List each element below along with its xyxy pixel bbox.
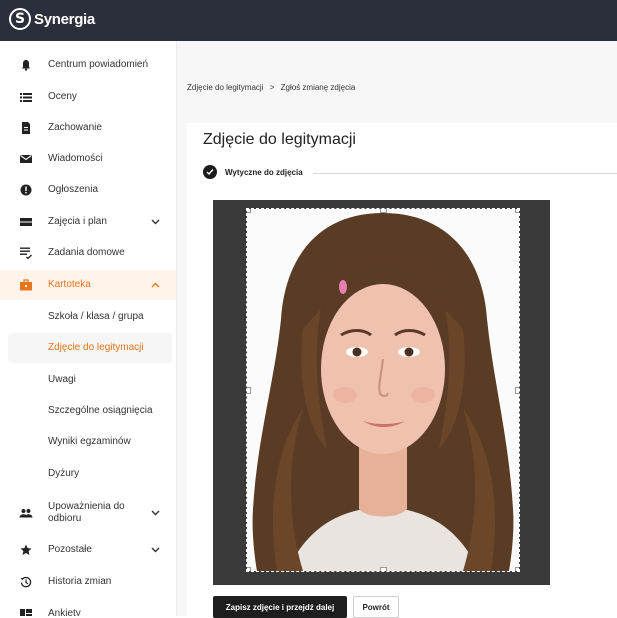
sidebar-item-label: Dyżury (48, 468, 80, 479)
sidebar-item-behavior[interactable]: Zachowanie (0, 113, 176, 143)
crop-area[interactable] (246, 208, 520, 572)
photo-cropper[interactable] (213, 200, 550, 585)
check-icon (203, 165, 217, 179)
breadcrumb-current: Zgłoś zmianę zdjęcia (280, 83, 356, 92)
sidebar-item-label: Szczególne osiągnięcia (48, 405, 153, 416)
people-icon (19, 506, 33, 520)
sidebar-item-homework[interactable]: Zadania domowe (0, 238, 176, 268)
sidebar-item-label: Szkoła / klasa / grupa (48, 311, 144, 322)
star-icon (19, 543, 33, 557)
sidebar-item-label: Kartoteka (48, 279, 91, 290)
sidebar-subitem-exam-results[interactable]: Wyniki egzaminów (0, 427, 176, 457)
page-title: Zdjęcie do legitymacji (203, 131, 356, 148)
sidebar-item-label: Zadania domowe (48, 247, 125, 258)
sidebar-item-surveys[interactable]: Ankiety (0, 599, 176, 616)
portrait-photo (247, 209, 519, 571)
top-bar: S Synergia (0, 0, 617, 41)
calendar-icon (19, 215, 33, 229)
sidebar-item-label: Zajęcia i plan (48, 216, 107, 227)
logo-text: Synergia (34, 10, 95, 28)
crop-handle-bottom-left[interactable] (247, 567, 251, 571)
envelope-icon (19, 152, 33, 166)
sidebar-subitem-id-photo[interactable]: Zdjęcie do legitymacji (8, 333, 172, 363)
step-label: Wytyczne do zdjęcia (225, 168, 303, 177)
logo-mark-icon: S (9, 8, 31, 30)
chevron-down-icon[interactable] (150, 217, 160, 227)
chevron-up-icon[interactable] (150, 280, 160, 290)
sidebar-item-label: Pozostałe (48, 544, 92, 555)
sidebar-item-label: Ankiety (48, 608, 81, 616)
crop-handle-top-right[interactable] (515, 209, 519, 213)
crop-handle-bottom-right[interactable] (515, 567, 519, 571)
sidebar-item-label: Zachowanie (48, 122, 102, 133)
synergia-logo[interactable]: S Synergia (9, 8, 95, 30)
sidebar-item-label: Wyniki egzaminów (48, 436, 131, 447)
megaphone-icon (19, 183, 33, 197)
crop-handle-right[interactable] (515, 387, 519, 394)
document-icon (19, 121, 33, 135)
breadcrumb-parent-link[interactable]: Zdjęcie do legitymacji (187, 83, 263, 92)
stepper: Wytyczne do zdjęcia (203, 165, 617, 181)
crop-handle-bottom[interactable] (380, 567, 387, 571)
sidebar-item-label: Oceny (48, 91, 77, 102)
sidebar-item-messages[interactable]: Wiadomości (0, 144, 176, 174)
back-button[interactable]: Powrót (353, 596, 399, 618)
sidebar-item-label: Upoważnienia do odbioru (48, 501, 125, 524)
sidebar-item-label: Zdjęcie do legitymacji (48, 342, 144, 353)
list-icon (19, 90, 33, 104)
bell-icon (19, 58, 33, 72)
crop-handle-left[interactable] (247, 387, 251, 394)
history-icon (19, 575, 33, 589)
sidebar: Centrum powiadomień Oceny Zachowanie Wia… (0, 41, 177, 616)
sidebar-subitem-achievements[interactable]: Szczególne osiągnięcia (0, 396, 176, 426)
sidebar-item-label: Ogłoszenia (48, 184, 99, 195)
sidebar-item-records[interactable]: Kartoteka (0, 270, 176, 300)
crop-handle-top-left[interactable] (247, 209, 251, 213)
homework-icon (19, 246, 33, 260)
sidebar-item-label: Historia zmian (48, 576, 112, 587)
photo-card: Zdjęcie do legitymacji Wytyczne do zdjęc… (187, 123, 617, 618)
sidebar-item-pickup-authorizations[interactable]: Upoważnienia do odbioru (0, 495, 176, 531)
breadcrumb: Zdjęcie do legitymacji > Zgłoś zmianę zd… (187, 83, 355, 92)
breadcrumb-separator: > (269, 83, 275, 92)
sidebar-subitem-notes[interactable]: Uwagi (0, 365, 176, 395)
chevron-down-icon[interactable] (150, 545, 160, 555)
sidebar-item-history[interactable]: Historia zmian (0, 567, 176, 597)
sidebar-item-label: Wiadomości (48, 153, 103, 164)
sidebar-item-schedule[interactable]: Zajęcia i plan (0, 207, 176, 237)
step-divider (313, 173, 617, 174)
sidebar-item-label: Centrum powiadomień (48, 59, 149, 70)
sidebar-item-grades[interactable]: Oceny (0, 82, 176, 112)
briefcase-icon (19, 278, 33, 292)
poll-icon (19, 607, 33, 616)
crop-handle-top[interactable] (380, 209, 387, 213)
sidebar-item-notifications[interactable]: Centrum powiadomień (0, 50, 176, 80)
sidebar-item-label: Uwagi (48, 374, 76, 385)
sidebar-item-announcements[interactable]: Ogłoszenia (0, 175, 176, 205)
sidebar-subitem-school-class[interactable]: Szkoła / klasa / grupa (0, 302, 176, 332)
save-and-continue-button[interactable]: Zapisz zdjęcie i przejdź dalej (213, 596, 347, 618)
main-content: Zdjęcie do legitymacji > Zgłoś zmianę zd… (177, 41, 617, 618)
chevron-down-icon[interactable] (150, 508, 160, 518)
sidebar-subitem-duties[interactable]: Dyżury (0, 459, 176, 489)
sidebar-item-other[interactable]: Pozostałe (0, 535, 176, 565)
